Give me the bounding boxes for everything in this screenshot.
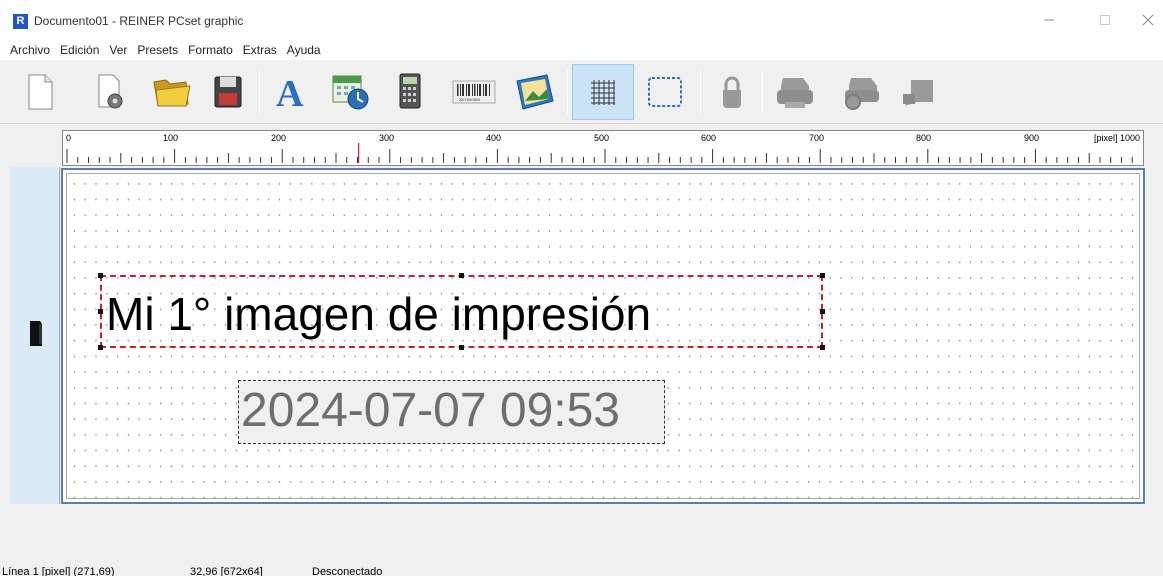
maximize-button[interactable] bbox=[1090, 8, 1120, 32]
menu-formato[interactable]: Formato bbox=[183, 43, 238, 57]
ruler-label: 100 bbox=[163, 133, 179, 143]
maximize-icon bbox=[1100, 15, 1110, 25]
app-logo-icon: R bbox=[13, 14, 28, 29]
grid-toggle-icon bbox=[591, 80, 615, 105]
frame-select-button[interactable] bbox=[638, 64, 692, 120]
document-settings-icon bbox=[98, 74, 123, 109]
side-panel bbox=[10, 167, 60, 504]
image-import-button[interactable] bbox=[508, 64, 562, 120]
open-folder-button[interactable] bbox=[145, 64, 199, 120]
ruler-label: 0 bbox=[66, 133, 72, 143]
app-window: R Documento01 - REINER PCset graphic Arc… bbox=[0, 0, 1163, 576]
counter-calculator-icon bbox=[399, 73, 421, 109]
date-object-content: 2024-07-07 09:53 bbox=[241, 384, 620, 437]
ruler-label: 400 bbox=[486, 133, 502, 143]
toolbar: A ZKY000500 bbox=[0, 60, 1163, 124]
lock-icon bbox=[723, 76, 741, 108]
ruler-label: 900 bbox=[1024, 133, 1040, 143]
status-position: Línea 1 [pixel] (271,69) bbox=[2, 566, 115, 576]
barcode-icon: ZKY000500 bbox=[452, 80, 496, 104]
toolbar-separator bbox=[762, 70, 763, 114]
printer-icon bbox=[777, 78, 813, 108]
menu-extras[interactable]: Extras bbox=[238, 43, 282, 57]
barcode-caption: ZKY000500 bbox=[459, 97, 481, 102]
grid-toggle-button[interactable] bbox=[572, 64, 634, 120]
print-preview-icon bbox=[845, 78, 879, 110]
document-settings-button[interactable] bbox=[83, 64, 137, 120]
text-object[interactable]: Mi 1° imagen de impresión bbox=[98, 273, 825, 350]
menu-bar: Archivo Edición Ver Presets Formato Extr… bbox=[0, 40, 1163, 60]
minimize-button[interactable] bbox=[1034, 8, 1064, 32]
new-document-button[interactable] bbox=[13, 64, 67, 120]
send-to-printer-button[interactable] bbox=[892, 64, 946, 120]
save-button[interactable] bbox=[201, 64, 255, 120]
ruler-label: 800 bbox=[916, 133, 932, 143]
status-size: 32,96 [672x64] bbox=[190, 566, 263, 576]
resize-handle[interactable] bbox=[820, 345, 825, 350]
ruler-label: 700 bbox=[809, 133, 825, 143]
print-canvas[interactable]: Mi 1° imagen de impresión 2024-07-07 09:… bbox=[61, 168, 1145, 504]
new-document-icon bbox=[28, 74, 53, 110]
ruler-label: 500 bbox=[594, 133, 610, 143]
minimize-icon bbox=[1044, 19, 1054, 21]
ruler-label: 300 bbox=[379, 133, 395, 143]
ruler-label: 200 bbox=[271, 133, 287, 143]
toolbar-separator bbox=[259, 70, 260, 114]
status-connection: Desconectado bbox=[312, 566, 383, 576]
ruler-corner bbox=[10, 129, 58, 167]
canvas-grid[interactable]: Mi 1° imagen de impresión 2024-07-07 09:… bbox=[66, 173, 1140, 499]
send-to-printer-icon bbox=[903, 80, 933, 106]
image-import-icon bbox=[516, 74, 554, 110]
date-time-button[interactable] bbox=[323, 64, 377, 120]
horizontal-ruler: 0 100 200 300 400 500 600 700 800 900 [p… bbox=[62, 130, 1144, 166]
menu-presets[interactable]: Presets bbox=[132, 43, 183, 57]
open-folder-icon bbox=[153, 79, 191, 107]
counter-button[interactable] bbox=[383, 64, 437, 120]
resize-handle[interactable] bbox=[459, 273, 464, 278]
menu-edicion[interactable]: Edición bbox=[55, 43, 104, 57]
window-title: Documento01 - REINER PCset graphic bbox=[34, 14, 244, 28]
resize-handle[interactable] bbox=[459, 345, 464, 350]
menu-ayuda[interactable]: Ayuda bbox=[282, 43, 326, 57]
date-time-icon bbox=[332, 75, 369, 110]
text-object-content: Mi 1° imagen de impresión bbox=[106, 288, 652, 340]
save-icon bbox=[214, 76, 242, 108]
close-icon bbox=[1142, 14, 1154, 26]
date-object[interactable]: 2024-07-07 09:53 bbox=[238, 380, 665, 444]
resize-handle[interactable] bbox=[98, 309, 103, 314]
barcode-button[interactable]: ZKY000500 bbox=[447, 64, 501, 120]
lock-button[interactable] bbox=[705, 64, 759, 120]
resize-handle[interactable] bbox=[98, 345, 103, 350]
status-bar: Línea 1 [pixel] (271,69) 32,96 [672x64] … bbox=[0, 560, 1163, 576]
title-bar: R Documento01 - REINER PCset graphic bbox=[0, 0, 1163, 40]
menu-archivo[interactable]: Archivo bbox=[5, 43, 55, 57]
toolbar-separator bbox=[700, 70, 701, 114]
frame-select-icon bbox=[648, 77, 682, 107]
svg-text:A: A bbox=[276, 73, 304, 112]
printer-button[interactable] bbox=[768, 64, 822, 120]
resize-handle[interactable] bbox=[820, 309, 825, 314]
menu-ver[interactable]: Ver bbox=[104, 43, 132, 57]
resize-handle[interactable] bbox=[98, 273, 103, 278]
print-preview-button[interactable] bbox=[834, 64, 888, 120]
ruler-unit-label: [pixel] 1000 bbox=[1093, 133, 1140, 143]
text-tool-button[interactable]: A bbox=[263, 64, 317, 120]
ruler-label: 600 bbox=[701, 133, 717, 143]
text-tool-icon: A bbox=[276, 73, 304, 112]
toolbar-separator bbox=[567, 70, 568, 114]
resize-handle[interactable] bbox=[820, 273, 825, 278]
close-button[interactable] bbox=[1133, 8, 1163, 32]
print-head-icon bbox=[30, 321, 42, 346]
